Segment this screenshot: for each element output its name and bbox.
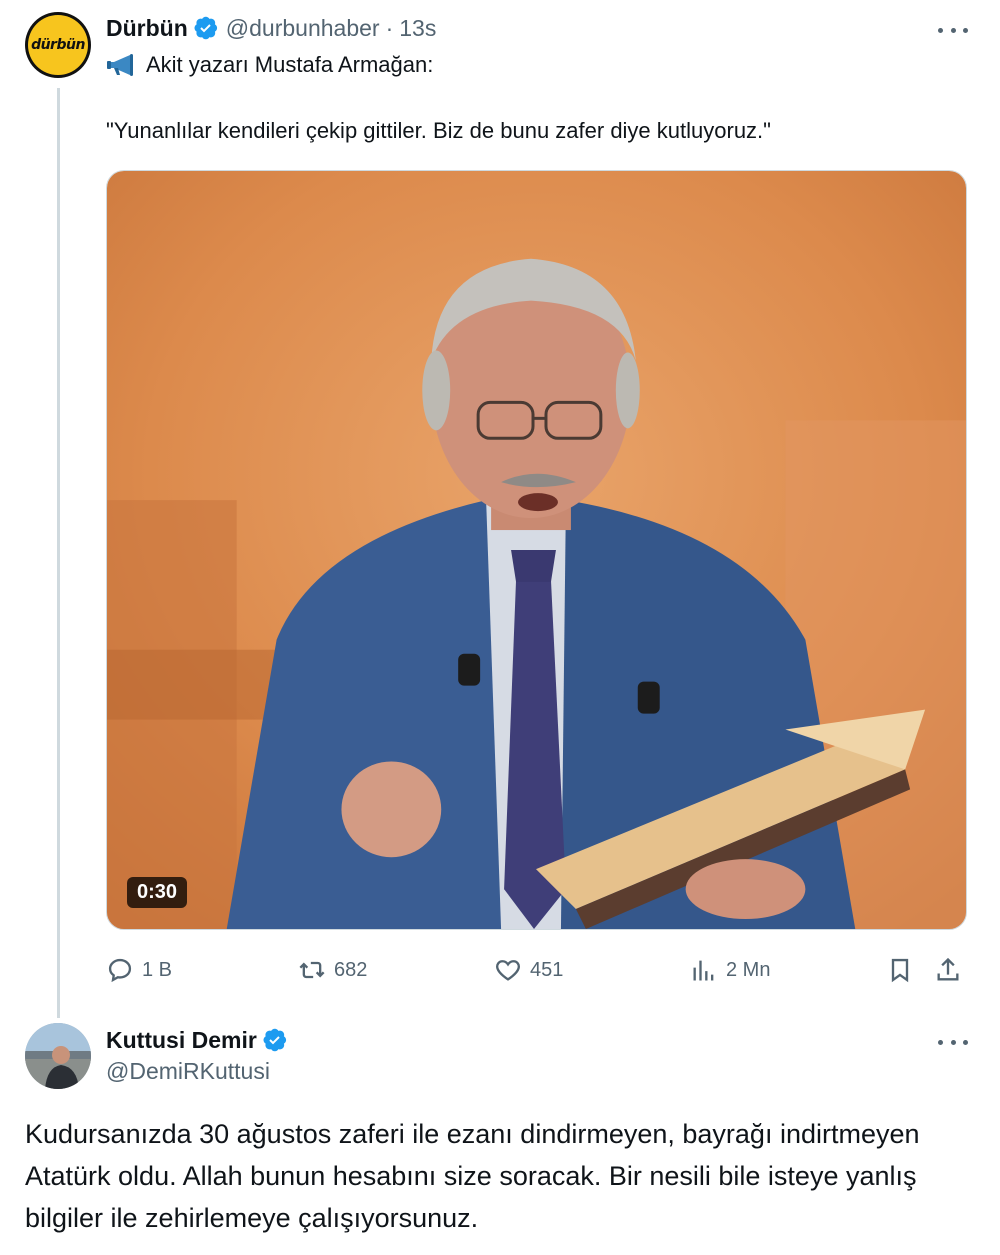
video-player[interactable]: 0:30 bbox=[106, 170, 967, 930]
megaphone-icon bbox=[107, 54, 133, 76]
bookmark-icon bbox=[891, 958, 909, 983]
tweet1-action-bar: 1 B 682 451 2 Mn bbox=[106, 950, 967, 990]
avatar-durbun[interactable]: dürbün bbox=[25, 12, 91, 78]
tweet1-header: Dürbün @durbunhaber · 13s bbox=[106, 12, 436, 44]
bookmark-button[interactable] bbox=[886, 950, 922, 990]
retweet-button[interactable]: 682 bbox=[298, 950, 367, 990]
more-icon[interactable] bbox=[938, 1032, 968, 1052]
video-thumbnail bbox=[107, 171, 966, 929]
tweet1-author-name[interactable]: Dürbün bbox=[106, 15, 188, 42]
avatar-kuttusi-demir[interactable] bbox=[25, 1023, 91, 1089]
tweet1-handle[interactable]: @durbunhaber bbox=[226, 15, 380, 42]
verified-badge-icon bbox=[263, 1028, 287, 1052]
reply-button[interactable]: 1 B bbox=[106, 950, 172, 990]
durbun-logo: dürbün bbox=[28, 15, 88, 75]
tweet2-text: Kudursanızda 30 ağustos zaferi ile ezanı… bbox=[25, 1119, 920, 1233]
reply-icon bbox=[108, 958, 132, 983]
views-count: 2 Mn bbox=[726, 958, 771, 981]
retweet-icon bbox=[299, 961, 325, 979]
share-button[interactable] bbox=[934, 950, 970, 990]
tweet1-quote-text: "Yunanlılar kendileri çekip gittiler. Bi… bbox=[106, 118, 771, 143]
like-count: 451 bbox=[530, 958, 564, 981]
profile-photo bbox=[25, 1023, 91, 1089]
thread-connector-line bbox=[57, 88, 60, 1018]
separator-dot: · bbox=[385, 14, 394, 41]
tweet2-handle[interactable]: @DemiRKuttusi bbox=[106, 1058, 270, 1085]
reply-count: 1 B bbox=[142, 958, 173, 981]
like-button[interactable]: 451 bbox=[494, 950, 563, 990]
retweet-count: 682 bbox=[334, 958, 368, 981]
tweet2-author-name[interactable]: Kuttusi Demir bbox=[106, 1027, 257, 1054]
tweet2-header: Kuttusi Demir bbox=[106, 1024, 287, 1056]
views-button[interactable]: 2 Mn bbox=[690, 950, 770, 990]
tweet1-intro-text: Akit yazarı Mustafa Armağan: bbox=[146, 52, 434, 77]
tweet1-text-line1: Akit yazarı Mustafa Armağan: bbox=[106, 52, 433, 78]
verified-badge-icon bbox=[194, 16, 218, 40]
views-icon bbox=[693, 960, 714, 981]
share-icon bbox=[937, 957, 959, 981]
logo-text: dürbün bbox=[31, 37, 85, 53]
more-icon[interactable] bbox=[938, 20, 968, 40]
video-duration-badge: 0:30 bbox=[127, 877, 188, 908]
heart-icon bbox=[496, 960, 520, 981]
tweet1-timestamp[interactable]: 13s bbox=[399, 15, 436, 42]
